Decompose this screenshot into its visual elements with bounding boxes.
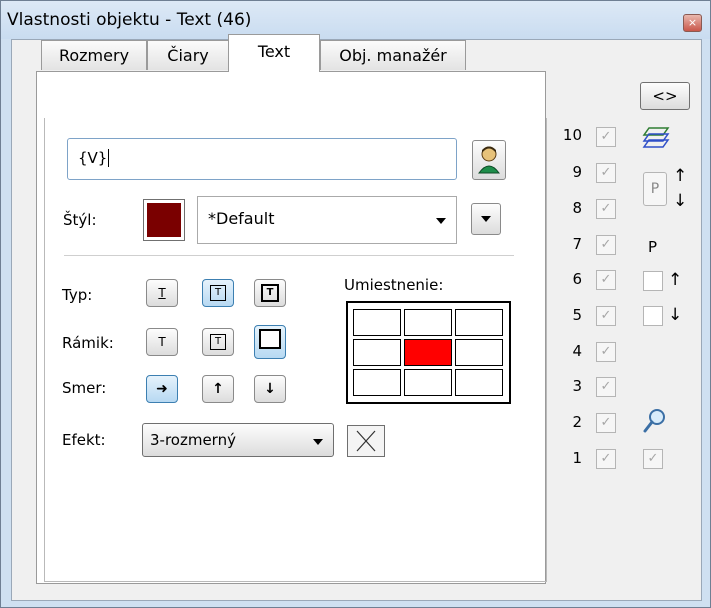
layer-checkbox[interactable]: ✓ (596, 342, 616, 362)
layer-number: 10 (562, 126, 582, 144)
layer-number: 4 (572, 342, 582, 360)
layer-checkbox[interactable]: ✓ (596, 163, 616, 183)
nav-toggle-button[interactable]: <> (640, 82, 690, 110)
placement-cell-top-center[interactable] (404, 309, 452, 336)
layer-number: 8 (572, 199, 582, 217)
arrow-up-icon: ↑ (212, 381, 224, 397)
chevron-down-icon (436, 218, 446, 224)
type-filled-button[interactable]: T (254, 279, 286, 307)
layer-checkbox[interactable]: ✓ (596, 270, 616, 290)
placement-cell-middle-center[interactable] (404, 339, 452, 366)
layer-checkbox[interactable]: ✓ (596, 449, 616, 469)
arrow-right-icon: ➜ (156, 381, 168, 397)
placement-cell-bottom-left[interactable] (353, 369, 401, 396)
text-input[interactable]: {V} (67, 138, 457, 180)
chevron-down-icon (481, 216, 491, 222)
move-down-checkbox[interactable] (643, 306, 663, 326)
cross-icon (356, 430, 376, 452)
tab-label: Čiary (167, 46, 209, 65)
frame-icon (259, 329, 281, 349)
move-up-checkbox[interactable] (643, 271, 663, 291)
layer-checkbox[interactable]: ✓ (596, 199, 616, 219)
style-color-swatch[interactable] (143, 199, 185, 241)
layer-number: 3 (572, 377, 582, 395)
chevron-down-icon (313, 439, 323, 445)
text-box-icon: T (210, 285, 226, 301)
frame-box-button[interactable] (254, 325, 286, 359)
arrow-down-icon: ↓ (264, 381, 276, 397)
color-fill (147, 203, 181, 237)
text-source-button[interactable] (472, 140, 506, 180)
separator (64, 255, 514, 256)
layer-number: 9 (572, 163, 582, 181)
effect-select[interactable]: 3-rozmerný (142, 423, 334, 457)
layer-number: 6 (572, 270, 582, 288)
priority-label-plain: P (648, 238, 658, 256)
effect-clear-button[interactable] (347, 425, 385, 457)
tab-rozmery[interactable]: Rozmery (41, 40, 147, 70)
layer-number: 2 (572, 413, 582, 431)
window-title: Vlastnosti objektu - Text (46) (7, 10, 252, 30)
placement-cell-bottom-center[interactable] (404, 369, 452, 396)
direction-right-button[interactable]: ➜ (146, 375, 178, 403)
tab-label: Rozmery (58, 46, 130, 65)
direction-up-button[interactable]: ↑ (202, 375, 234, 403)
frame-text-button[interactable]: T (202, 328, 234, 356)
text-icon: T (158, 335, 166, 349)
direction-label: Smer: (62, 379, 107, 397)
close-icon: × (687, 16, 698, 29)
close-button[interactable]: × (683, 14, 702, 32)
frame-label: Rámik: (62, 334, 114, 352)
arrow-up-icon: ↑ (673, 166, 688, 186)
text-baseline-icon: T (158, 286, 166, 300)
tab-text[interactable]: Text (228, 34, 320, 72)
priority-button[interactable]: P (643, 172, 667, 206)
tab-ciary[interactable]: Čiary (147, 40, 229, 70)
layers-icon[interactable] (641, 124, 671, 148)
layer-checkbox[interactable]: ✓ (596, 413, 616, 433)
type-label: Typ: (62, 286, 93, 304)
placement-cell-middle-right[interactable] (455, 339, 503, 366)
effect-value: 3-rozmerný (150, 431, 236, 449)
layer-number: 7 (572, 235, 582, 253)
person-icon (478, 146, 500, 174)
effect-label: Efekt: (62, 431, 106, 449)
layer-checkbox[interactable]: ✓ (596, 306, 616, 326)
placement-cell-top-left[interactable] (353, 309, 401, 336)
title-bar: Vlastnosti objektu - Text (46) × (1, 1, 710, 39)
arrow-down-icon: ↓ (668, 305, 683, 325)
arrow-up-icon: ↑ (668, 270, 683, 290)
search-checkbox[interactable]: ✓ (643, 449, 663, 469)
arrow-down-icon: ↓ (673, 191, 688, 211)
layer-checkbox[interactable]: ✓ (596, 377, 616, 397)
placement-grid (346, 301, 511, 404)
style-label: Štýl: (63, 211, 97, 229)
search-icon[interactable] (642, 407, 668, 435)
type-boxed-button[interactable]: T (202, 279, 234, 307)
direction-down-button[interactable]: ↓ (254, 375, 286, 403)
tab-label: Obj. manažér (339, 46, 447, 65)
layer-checkbox[interactable]: ✓ (596, 127, 616, 147)
style-menu-button[interactable] (471, 203, 501, 235)
frame-none-button[interactable]: T (146, 328, 178, 356)
style-select[interactable]: *Default (197, 196, 457, 244)
layer-number: 5 (572, 306, 582, 324)
nav-label: <> (652, 87, 678, 105)
placement-cell-top-right[interactable] (455, 309, 503, 336)
layer-checkbox[interactable]: ✓ (596, 235, 616, 255)
placement-cell-bottom-right[interactable] (455, 369, 503, 396)
text-box-icon: T (210, 334, 226, 350)
placement-cell-middle-left[interactable] (353, 339, 401, 366)
layer-number: 1 (572, 449, 582, 467)
priority-label: P (650, 181, 660, 197)
text-value: {V} (78, 149, 108, 167)
text-box-filled-icon: T (261, 284, 279, 302)
tab-label: Text (257, 42, 291, 61)
placement-label: Umiestnenie: (344, 276, 444, 294)
style-value: *Default (208, 209, 275, 228)
type-plain-button[interactable]: T (146, 279, 178, 307)
tab-obj-manazer[interactable]: Obj. manažér (320, 40, 466, 70)
